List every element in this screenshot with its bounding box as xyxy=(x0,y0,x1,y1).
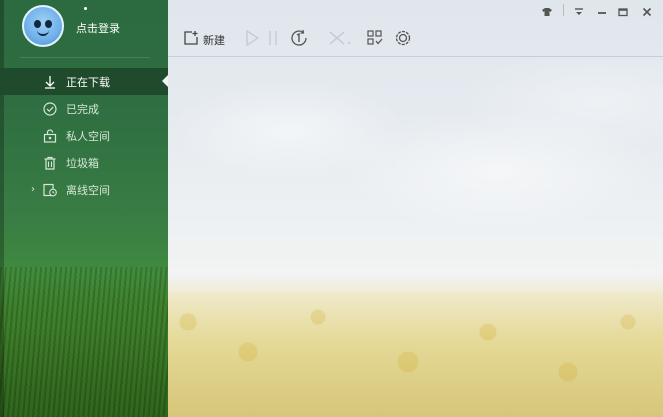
minimize-icon xyxy=(597,2,607,21)
sidebar-left-edge xyxy=(0,0,4,417)
sidebar-background-grass xyxy=(0,267,168,417)
pause-button[interactable] xyxy=(265,26,281,54)
new-task-button[interactable]: 新建 xyxy=(178,26,230,54)
start-button[interactable] xyxy=(242,26,262,54)
sidebar-item-label: 已完成 xyxy=(66,102,99,116)
check-circle-icon xyxy=(42,101,58,117)
delete-icon xyxy=(327,29,353,51)
maximize-icon xyxy=(618,2,628,21)
settings-button[interactable] xyxy=(392,26,414,54)
settings-icon xyxy=(393,28,413,52)
delete-button[interactable] xyxy=(326,26,354,54)
window-controls-separator xyxy=(563,4,564,16)
sidebar-item-private-space[interactable]: 私人空间 xyxy=(0,122,168,149)
login-link[interactable]: 点击登录 xyxy=(76,20,120,36)
sidebar-item-downloading[interactable]: 正在下载 xyxy=(0,68,168,95)
sidebar-item-label: 正在下载 xyxy=(66,75,110,89)
pause-icon xyxy=(267,29,279,51)
main-content: 新建 xyxy=(168,0,663,417)
status-dot xyxy=(84,7,87,10)
sidebar-item-trash[interactable]: 垃圾箱 xyxy=(0,149,168,176)
sidebar-item-label: 离线空间 xyxy=(66,183,110,197)
skin-icon xyxy=(541,2,553,21)
sidebar-item-offline-space[interactable]: › 离线空间 xyxy=(0,176,168,203)
new-task-icon xyxy=(183,30,199,50)
expand-arrow-icon[interactable]: › xyxy=(31,184,35,195)
grid-icon xyxy=(366,29,384,51)
close-icon xyxy=(642,2,652,21)
avatar-left-eye xyxy=(34,20,41,28)
sidebar-item-label: 垃圾箱 xyxy=(66,156,99,170)
offline-clock-icon xyxy=(42,182,58,198)
sidebar-item-completed[interactable]: 已完成 xyxy=(0,95,168,122)
new-task-label: 新建 xyxy=(203,34,225,47)
sidebar-nav: 正在下载 已完成 私人空间 垃圾箱 › 离线空间 xyxy=(0,68,168,203)
sidebar-item-label: 私人空间 xyxy=(66,129,110,143)
toolbar: 新建 xyxy=(168,26,663,56)
trash-icon xyxy=(42,155,58,171)
maximize-button[interactable] xyxy=(616,4,630,18)
close-button[interactable] xyxy=(640,4,654,18)
avatar-right-eye xyxy=(45,20,52,28)
minimize-button[interactable] xyxy=(595,4,609,18)
avatar[interactable] xyxy=(22,5,64,47)
toolbar-divider xyxy=(168,56,663,57)
grid-view-button[interactable] xyxy=(365,26,385,54)
user-area: 点击登录 xyxy=(0,0,168,58)
skin-button[interactable] xyxy=(540,4,554,18)
limit-speed-icon xyxy=(289,28,309,52)
private-lock-icon xyxy=(42,128,58,144)
background-sunflowers xyxy=(168,292,663,417)
download-icon xyxy=(42,74,58,90)
play-icon xyxy=(244,29,260,51)
background-clouds xyxy=(168,60,663,260)
sidebar: 点击登录 正在下载 已完成 私人空间 垃圾箱 › 离线空间 xyxy=(0,0,168,417)
main-menu-button[interactable] xyxy=(572,4,586,18)
avatar-mouth xyxy=(37,30,49,36)
speed-limit-button[interactable] xyxy=(288,26,310,54)
user-divider xyxy=(20,57,150,58)
menu-icon xyxy=(574,2,584,21)
